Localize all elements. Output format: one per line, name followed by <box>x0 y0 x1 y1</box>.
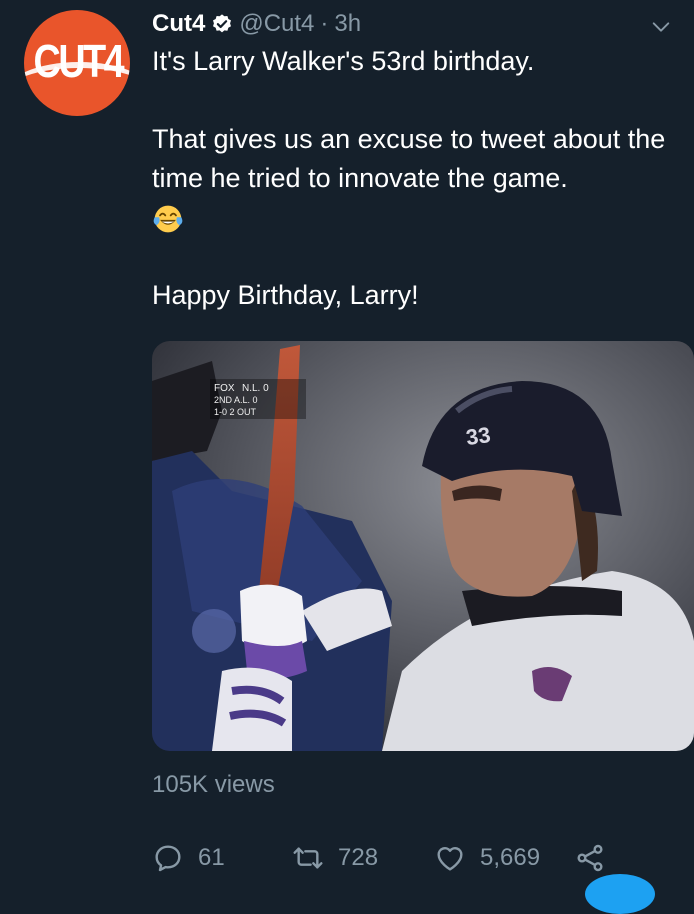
scorebug-row3: 1-0 2 OUT <box>214 407 257 417</box>
retweet-icon <box>293 847 323 869</box>
share-button[interactable] <box>574 842 620 874</box>
like-count: 5,669 <box>480 844 541 871</box>
tweet-line-1: It's Larry Walker's 53rd birthday. <box>152 46 535 76</box>
reply-count: 61 <box>198 844 225 871</box>
reply-icon <box>155 845 181 872</box>
chevron-down-icon[interactable] <box>650 16 672 38</box>
video-frame: 33 FOX N.L. 0 2ND A.L. 0 1-0 2 OUT <box>152 341 694 751</box>
compose-fab[interactable] <box>585 874 655 914</box>
handle[interactable]: @Cut4 <box>239 10 314 38</box>
helmet-number: 33 <box>464 422 492 450</box>
retweet-button[interactable]: 728 <box>292 842 434 874</box>
tweet-header: Cut4 @Cut4 · 3h <box>152 6 674 42</box>
scorebug: FOX N.L. 0 2ND A.L. 0 1-0 2 OUT <box>210 379 306 419</box>
scorebug-row1: N.L. 0 <box>242 383 269 394</box>
tweet-text: It's Larry Walker's 53rd birthday. That … <box>152 42 682 315</box>
avatar-logo-text: CUT4 <box>33 35 125 87</box>
scorebug-row2: 2ND A.L. 0 <box>214 395 258 405</box>
separator-dot: · <box>320 10 329 37</box>
like-icon <box>437 847 463 871</box>
video-thumbnail[interactable]: 33 FOX N.L. 0 2ND A.L. 0 1-0 2 OUT <box>152 341 694 751</box>
share-icon <box>577 844 603 872</box>
retweet-count: 728 <box>338 844 379 871</box>
verified-badge-icon <box>213 14 232 33</box>
tweet-line-3: Happy Birthday, Larry! <box>152 280 419 310</box>
action-bar: 61 728 5,669 <box>152 838 682 878</box>
scorebug-network: FOX <box>214 383 235 394</box>
tears-of-joy-emoji-icon <box>153 205 183 233</box>
view-count: 105K views <box>152 771 275 798</box>
reply-button[interactable]: 61 <box>152 842 292 874</box>
tweet-line-2: That gives us an excuse to tweet about t… <box>152 124 666 193</box>
display-name[interactable]: Cut4 <box>152 10 205 38</box>
timestamp[interactable]: 3h <box>334 10 361 38</box>
avatar[interactable]: CUT4 <box>24 10 130 116</box>
like-button[interactable]: 5,669 <box>434 842 574 874</box>
